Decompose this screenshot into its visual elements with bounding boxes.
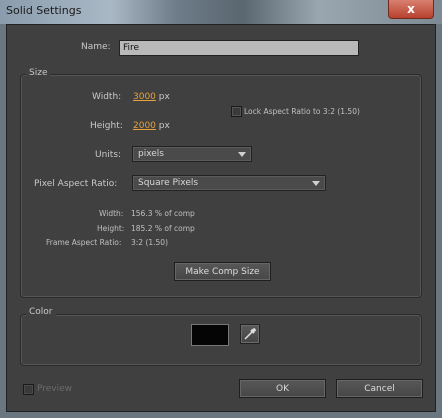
size-group-title: Size	[26, 68, 51, 78]
info-frame-value: 3:2 (1.50)	[131, 238, 169, 247]
width-value[interactable]: 3000	[133, 92, 156, 102]
title-bar: Solid Settings x	[0, 0, 442, 24]
ok-label: OK	[276, 383, 289, 394]
units-label: Units:	[95, 150, 122, 160]
info-width-value: 156.3 % of comp	[131, 209, 195, 218]
window-title: Solid Settings	[6, 4, 82, 17]
cancel-button[interactable]: Cancel	[336, 379, 423, 398]
name-input[interactable]: Fire	[119, 40, 359, 56]
pixel-aspect-selected: Square Pixels	[138, 178, 199, 188]
info-frame-label: Frame Aspect Ratio:	[46, 238, 122, 247]
chevron-down-icon	[238, 152, 246, 157]
close-icon: x	[407, 2, 415, 16]
width-label: Width:	[92, 92, 122, 102]
height-value[interactable]: 2000	[133, 121, 156, 131]
units-dropdown[interactable]: pixels	[132, 146, 252, 162]
pixel-aspect-dropdown[interactable]: Square Pixels	[132, 175, 326, 191]
make-comp-size-button[interactable]: Make Comp Size	[174, 262, 271, 281]
name-input-value: Fire	[123, 43, 140, 53]
make-comp-size-label: Make Comp Size	[185, 266, 260, 277]
preview-label: Preview	[37, 384, 73, 394]
color-swatch[interactable]	[191, 324, 229, 346]
info-height-value: 185.2 % of comp	[131, 224, 195, 233]
ok-button[interactable]: OK	[239, 379, 326, 398]
close-button[interactable]: x	[388, 0, 434, 19]
eyedropper-button[interactable]	[240, 324, 260, 344]
color-group-title: Color	[26, 307, 56, 317]
preview-checkbox[interactable]	[23, 384, 34, 395]
eyedropper-icon	[244, 328, 256, 340]
lock-aspect-checkbox[interactable]	[231, 106, 242, 117]
height-field[interactable]: 2000 px	[133, 121, 170, 131]
width-field[interactable]: 3000 px	[133, 92, 170, 102]
height-unit: px	[158, 121, 170, 131]
pixel-aspect-label: Pixel Aspect Ratio:	[34, 179, 118, 189]
width-unit: px	[158, 92, 170, 102]
cancel-label: Cancel	[364, 383, 395, 394]
window-frame-right	[436, 24, 442, 418]
info-height-label: Height:	[97, 224, 125, 233]
height-label: Height:	[90, 121, 123, 131]
window-frame-bottom	[0, 412, 442, 418]
units-selected: pixels	[138, 149, 164, 159]
info-width-label: Width:	[99, 209, 124, 218]
chevron-down-icon	[312, 181, 320, 186]
name-label: Name:	[81, 42, 111, 52]
lock-aspect-label: Lock Aspect Ratio to 3:2 (1.50)	[244, 107, 360, 116]
